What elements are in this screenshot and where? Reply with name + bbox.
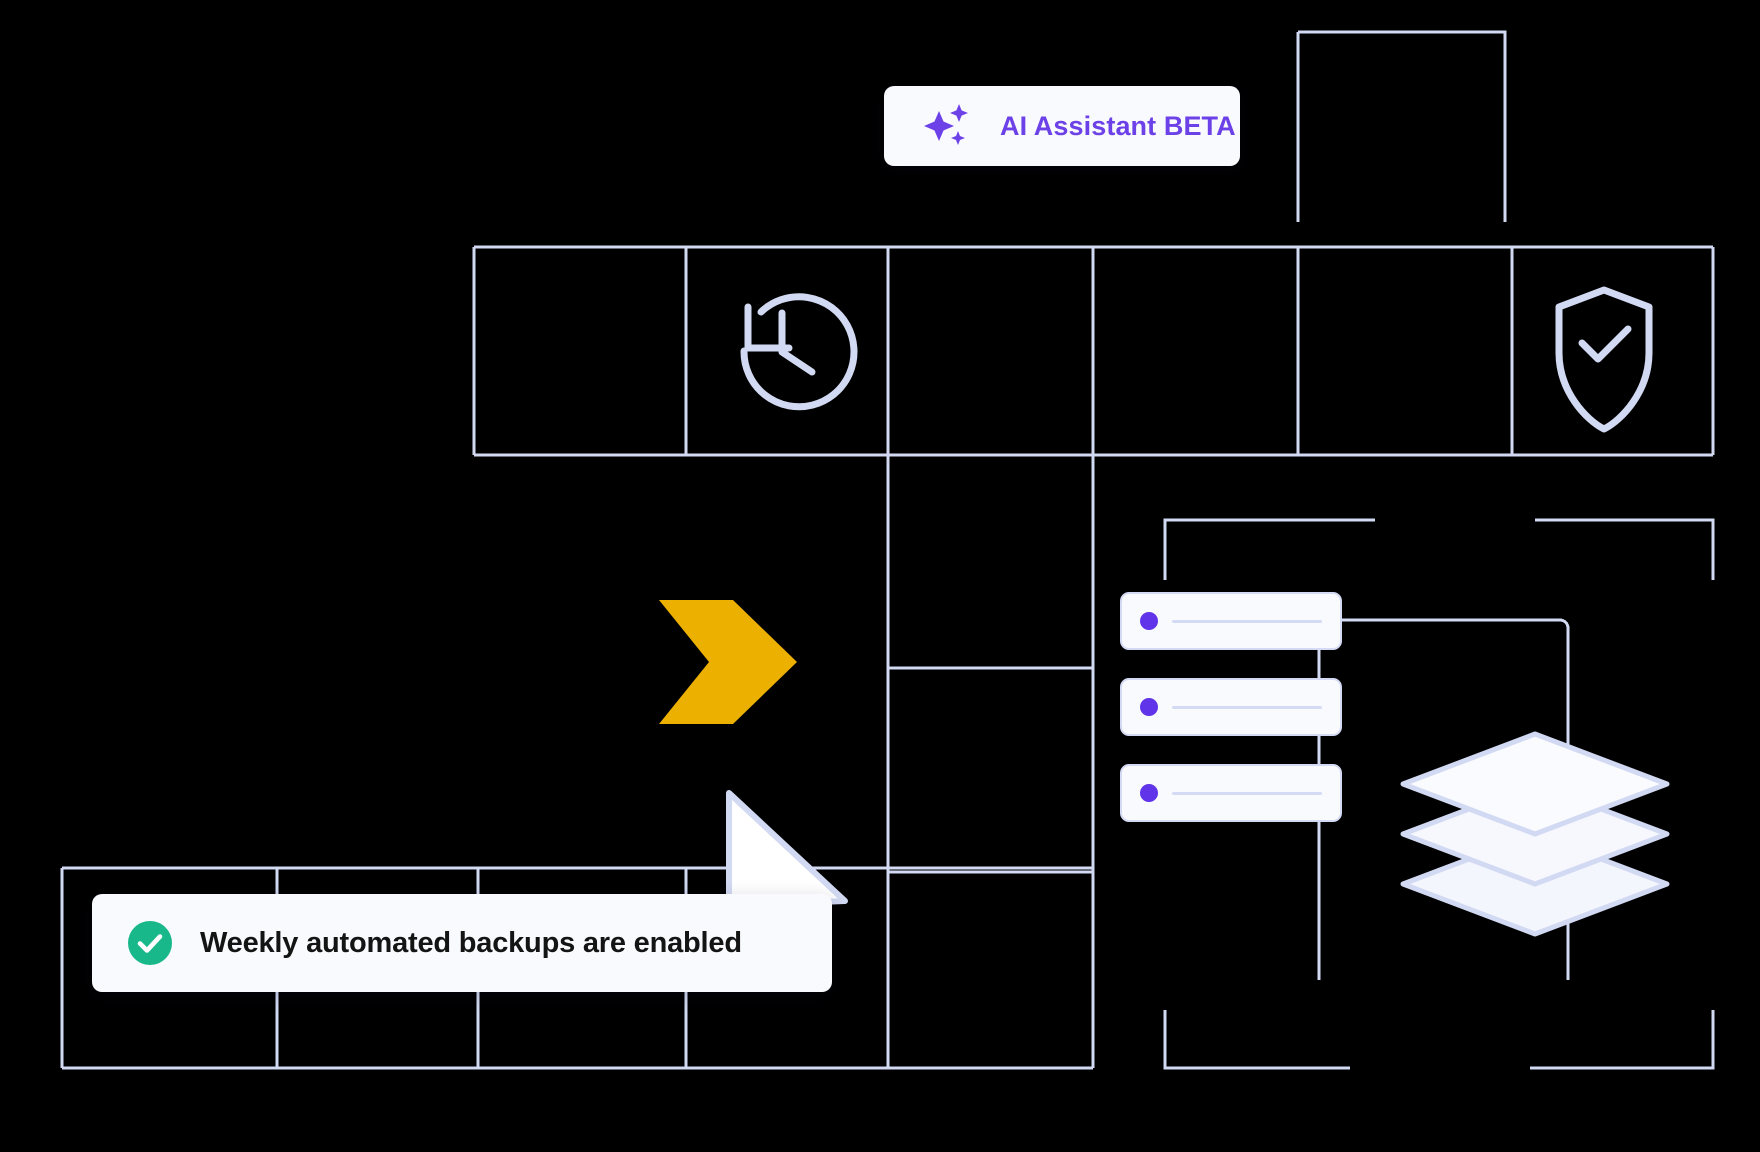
placeholder-line (1172, 791, 1322, 795)
illustration-canvas: AI Assistant BETA Weekly automated backu… (0, 0, 1760, 1152)
backup-status-label: Weekly automated backups are enabled (200, 926, 742, 959)
grid-connector-top (1298, 30, 1507, 222)
placeholder-line (1172, 619, 1322, 623)
layers-stack-icon (1400, 731, 1670, 937)
bracket-top-right (1535, 518, 1715, 580)
ai-assistant-badge[interactable]: AI Assistant BETA (884, 86, 1240, 166)
chevron-right-icon (659, 600, 797, 724)
placeholder-line (1172, 705, 1322, 709)
ai-assistant-label: AI Assistant BETA (1000, 110, 1236, 141)
shield-check-icon (1555, 286, 1653, 433)
server-row[interactable] (1120, 592, 1342, 650)
server-row[interactable] (1120, 764, 1342, 822)
bracket-bottom-right (1530, 1010, 1715, 1070)
bracket-bottom-left (1163, 1010, 1350, 1070)
status-dot (1140, 612, 1158, 630)
server-row[interactable] (1120, 678, 1342, 736)
status-dot (1140, 784, 1158, 802)
status-dot (1140, 698, 1158, 716)
bracket-top-left (1163, 518, 1375, 580)
check-circle-icon (128, 921, 172, 965)
history-clock-icon (740, 293, 858, 411)
backup-status-toast[interactable]: Weekly automated backups are enabled (92, 894, 832, 992)
sparkle-icon (924, 104, 968, 145)
